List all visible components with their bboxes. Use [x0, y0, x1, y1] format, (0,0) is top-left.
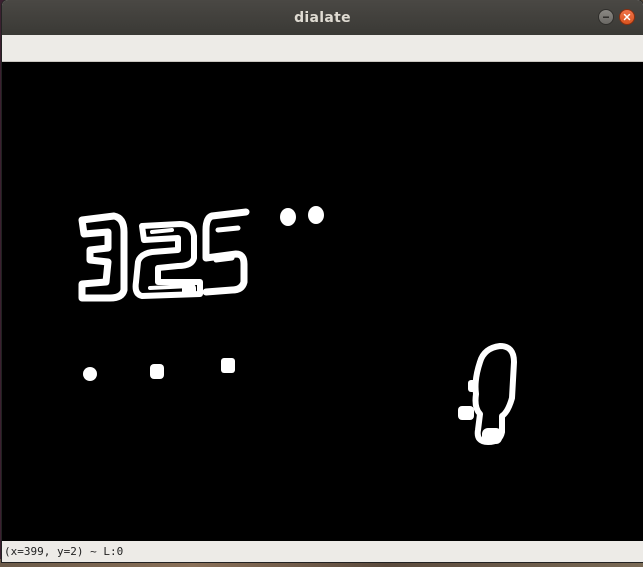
toolbar	[2, 35, 643, 62]
minimize-icon	[603, 16, 609, 18]
blob-dot-row-1	[83, 367, 97, 381]
blob-right-shape	[472, 343, 517, 445]
blob-small-left	[458, 406, 474, 420]
blob-dot-top-right	[308, 206, 324, 224]
minimize-button[interactable]	[598, 9, 614, 25]
close-icon	[623, 13, 631, 21]
window-controls	[598, 9, 635, 25]
dilated-image	[78, 206, 517, 445]
image-canvas[interactable]	[2, 62, 643, 541]
blob-dot-top-left	[280, 208, 296, 226]
window-title: dialate	[294, 9, 351, 26]
blob-decimal-point	[182, 284, 196, 296]
titlebar[interactable]: dialate	[2, 0, 643, 35]
blob-small-mid	[468, 380, 478, 392]
blob-small-bottom	[482, 428, 502, 444]
close-button[interactable]	[619, 9, 635, 25]
blob-digit-three	[78, 212, 128, 302]
blob-dot-row-2	[150, 364, 164, 379]
blob-dot-row-3	[221, 358, 235, 373]
blob-digit-five	[202, 208, 250, 296]
pixel-coordinate-readout: (x=399, y=2) ~ L:0	[4, 545, 124, 558]
status-bar: (x=399, y=2) ~ L:0	[2, 541, 643, 562]
app-window: dialate (x=399, y=2) ~ L:0	[2, 0, 643, 562]
